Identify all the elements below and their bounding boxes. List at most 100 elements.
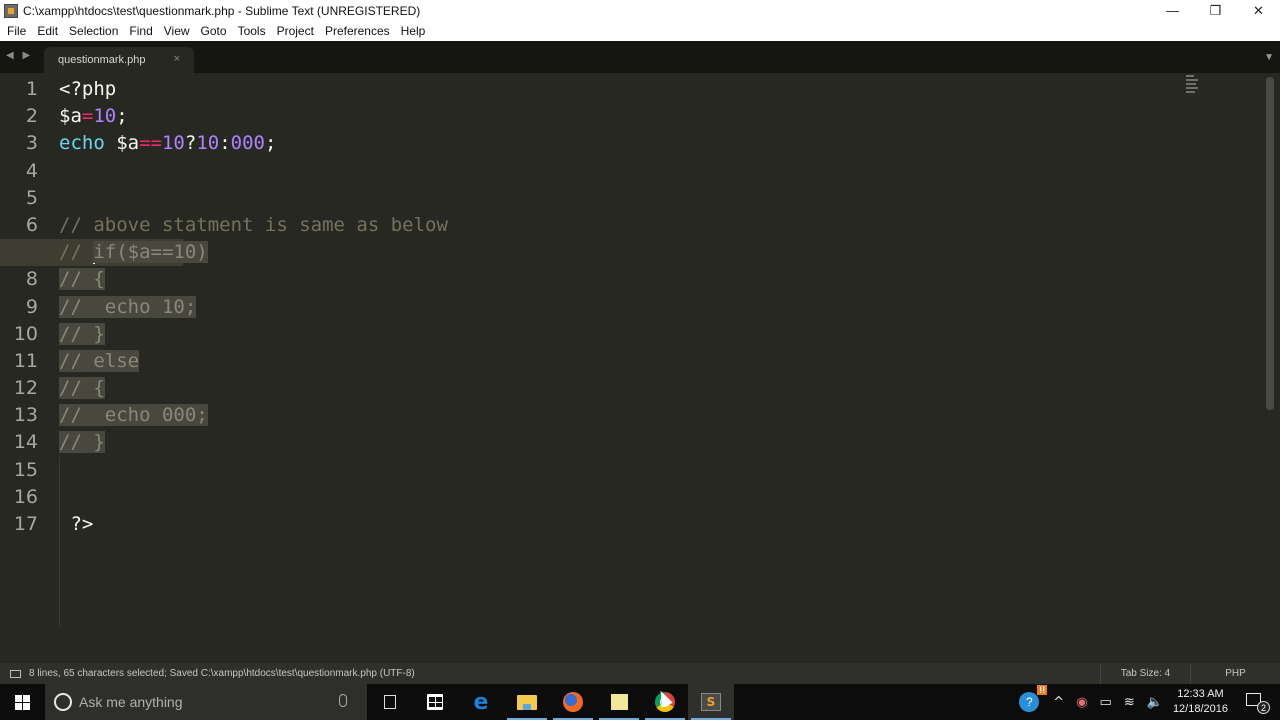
action-center-button[interactable]: 2 bbox=[1246, 693, 1270, 714]
taskbar-store[interactable] bbox=[412, 684, 458, 720]
vertical-scrollbar[interactable] bbox=[1266, 77, 1274, 410]
code-line-12: // { bbox=[59, 375, 1159, 402]
sublime-app-icon bbox=[4, 3, 18, 18]
record-icon[interactable]: ◉ bbox=[1076, 695, 1087, 710]
sticky-notes-icon bbox=[610, 694, 628, 710]
status-right: Tab Size: 4 PHP bbox=[1100, 663, 1280, 684]
tab-nav-arrows-icon[interactable]: ◀ ▶ bbox=[6, 50, 33, 61]
taskbar-firefox[interactable] bbox=[550, 684, 596, 720]
code-editor[interactable]: 1 2 3 4 5 6 7 8 9 10 11 12 13 14 15 16 1… bbox=[0, 73, 1280, 663]
window-controls: — ❐ ✕ bbox=[1151, 0, 1280, 21]
token-number: 10 bbox=[93, 105, 117, 128]
restore-button[interactable]: ❐ bbox=[1194, 0, 1237, 21]
line-number: 12 bbox=[13, 377, 38, 400]
selected-text: // { bbox=[59, 377, 105, 400]
menu-file[interactable]: File bbox=[3, 21, 33, 41]
code-line-13: // echo 000; bbox=[59, 402, 1159, 429]
line-number: 6 bbox=[25, 213, 38, 236]
code-line-8: // { bbox=[59, 266, 1159, 293]
code-content[interactable]: <?php $a=10; echo $a==10?10:000; // abov… bbox=[0, 76, 1159, 538]
tab-dropdown-icon[interactable]: ▼ bbox=[1264, 52, 1274, 63]
clock-date: 12/18/2016 bbox=[1172, 703, 1228, 715]
store-icon bbox=[427, 694, 443, 710]
selected-text: if($a==10) bbox=[93, 241, 208, 264]
token-semicolon: ; bbox=[116, 105, 128, 128]
menu-preferences[interactable]: Preferences bbox=[321, 21, 397, 41]
line-number: 4 bbox=[25, 159, 38, 182]
notification-count: 2 bbox=[1257, 701, 1270, 714]
line-number: 2 bbox=[25, 105, 38, 128]
menu-tools[interactable]: Tools bbox=[234, 21, 273, 41]
selected-text: // echo 000; bbox=[59, 404, 208, 427]
code-line-17: ?> bbox=[59, 511, 1159, 538]
clock-time: 12:33 AM bbox=[1177, 688, 1224, 700]
indent-guide bbox=[59, 457, 60, 627]
cortana-search-box[interactable]: Ask me anything bbox=[45, 684, 367, 720]
microphone-icon[interactable] bbox=[339, 694, 347, 707]
title-bar: C:\xampp\htdocs\test\questionmark.php - … bbox=[0, 0, 1280, 21]
help-icon[interactable]: ? !! bbox=[1019, 685, 1048, 712]
code-line-10: // } bbox=[59, 321, 1159, 348]
token-operator: = bbox=[81, 105, 94, 128]
panel-toggle-icon[interactable] bbox=[10, 669, 21, 678]
code-line-11: // else bbox=[59, 348, 1159, 375]
minimap-line bbox=[1186, 91, 1195, 93]
task-view-icon bbox=[383, 695, 396, 709]
token-number: 000 bbox=[230, 132, 265, 155]
taskbar-sticky-notes[interactable] bbox=[596, 684, 642, 720]
status-message: 8 lines, 65 characters selected; Saved C… bbox=[29, 668, 415, 679]
clock[interactable]: 12:33 AM 12/18/2016 bbox=[1173, 687, 1228, 717]
start-button[interactable] bbox=[0, 684, 45, 720]
minimize-button[interactable]: — bbox=[1151, 0, 1194, 21]
menu-selection[interactable]: Selection bbox=[65, 21, 125, 41]
task-view-button[interactable] bbox=[367, 684, 412, 720]
line-number: 8 bbox=[25, 268, 38, 291]
menu-goto[interactable]: Goto bbox=[197, 21, 234, 41]
code-line-1: <?php bbox=[59, 76, 1159, 103]
alert-badge: !! bbox=[1037, 685, 1048, 695]
menu-bar: File Edit Selection Find View Goto Tools… bbox=[0, 21, 1280, 41]
syntax-selector[interactable]: PHP bbox=[1190, 663, 1280, 684]
token-keyword: echo bbox=[59, 132, 105, 155]
volume-icon[interactable]: 🔈 bbox=[1147, 695, 1163, 710]
menu-help[interactable]: Help bbox=[397, 21, 433, 41]
line-number: 16 bbox=[13, 485, 38, 508]
minimap-line bbox=[1186, 87, 1198, 89]
minimap-line bbox=[1186, 79, 1198, 81]
close-button[interactable]: ✕ bbox=[1237, 0, 1280, 21]
token-variable: $a bbox=[59, 105, 82, 128]
tab-close-icon[interactable]: × bbox=[174, 53, 180, 65]
menu-edit[interactable]: Edit bbox=[33, 21, 65, 41]
wifi-icon[interactable]: ≋ bbox=[1124, 695, 1135, 710]
status-bar: 8 lines, 65 characters selected; Saved C… bbox=[0, 663, 1280, 684]
menu-project[interactable]: Project bbox=[273, 21, 321, 41]
code-line-2: $a=10; bbox=[59, 103, 1159, 130]
show-hidden-icons-chevron-icon[interactable]: ^ bbox=[1053, 695, 1064, 710]
code-line-9: // echo 10; bbox=[59, 294, 1159, 321]
taskbar-sublime-text[interactable]: S bbox=[688, 684, 734, 720]
line-number: 11 bbox=[13, 349, 38, 372]
taskbar-file-explorer[interactable] bbox=[504, 684, 550, 720]
selected-text: // } bbox=[59, 431, 105, 454]
windows-taskbar: Ask me anything e S ? !! ^ ◉ ▭ ≋ 🔈 12:33… bbox=[0, 684, 1280, 720]
tab-size-selector[interactable]: Tab Size: 4 bbox=[1100, 663, 1190, 684]
menu-view[interactable]: View bbox=[160, 21, 197, 41]
code-line-7: // if($a==10) bbox=[0, 239, 208, 267]
close-icon: ✕ bbox=[1253, 2, 1264, 18]
comment-prefix: // bbox=[59, 241, 94, 264]
taskbar-edge[interactable]: e bbox=[458, 684, 504, 720]
token-number: 10 bbox=[196, 132, 220, 155]
windows-logo-icon bbox=[15, 694, 30, 710]
code-line-14: // } bbox=[59, 429, 1159, 456]
line-number: 10 bbox=[13, 322, 38, 345]
tab-questionmark-php[interactable]: questionmark.php × bbox=[44, 47, 194, 73]
token-variable: $a bbox=[104, 132, 140, 155]
minimap[interactable] bbox=[1186, 75, 1206, 105]
token-semicolon: ; bbox=[265, 132, 277, 155]
menu-find[interactable]: Find bbox=[125, 21, 159, 41]
comment: // above statment is same as below bbox=[59, 213, 448, 236]
battery-power-icon[interactable]: ▭ bbox=[1100, 695, 1112, 710]
